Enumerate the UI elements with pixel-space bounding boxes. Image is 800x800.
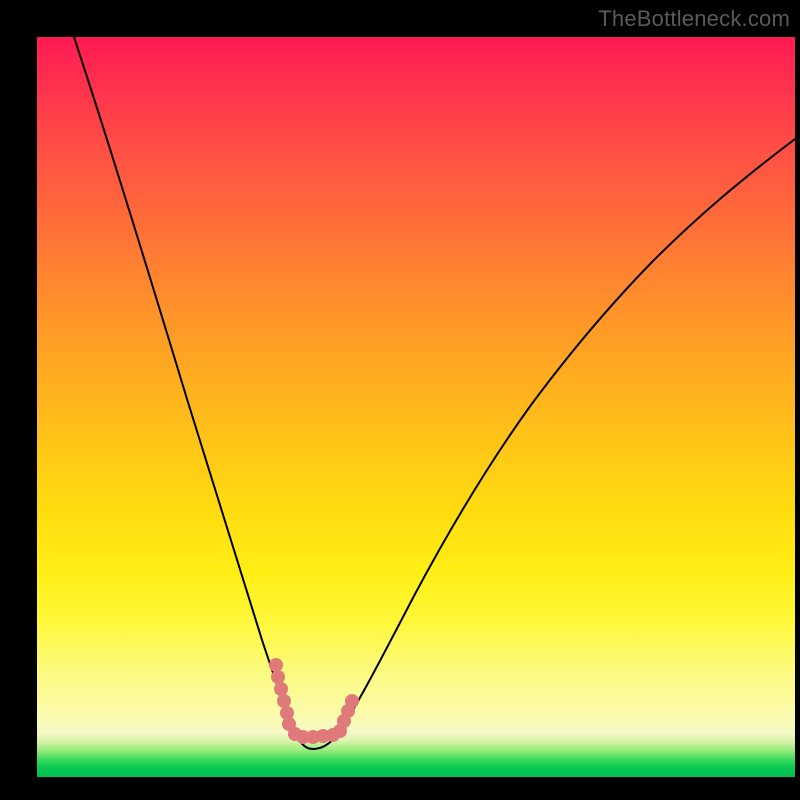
optimal-range-marker bbox=[269, 658, 359, 744]
curve-layer bbox=[37, 37, 795, 777]
watermark-text: TheBottleneck.com bbox=[598, 6, 790, 32]
chart-container: TheBottleneck.com bbox=[0, 0, 800, 800]
bottleneck-curve bbox=[74, 37, 795, 749]
plot-area bbox=[37, 37, 795, 777]
